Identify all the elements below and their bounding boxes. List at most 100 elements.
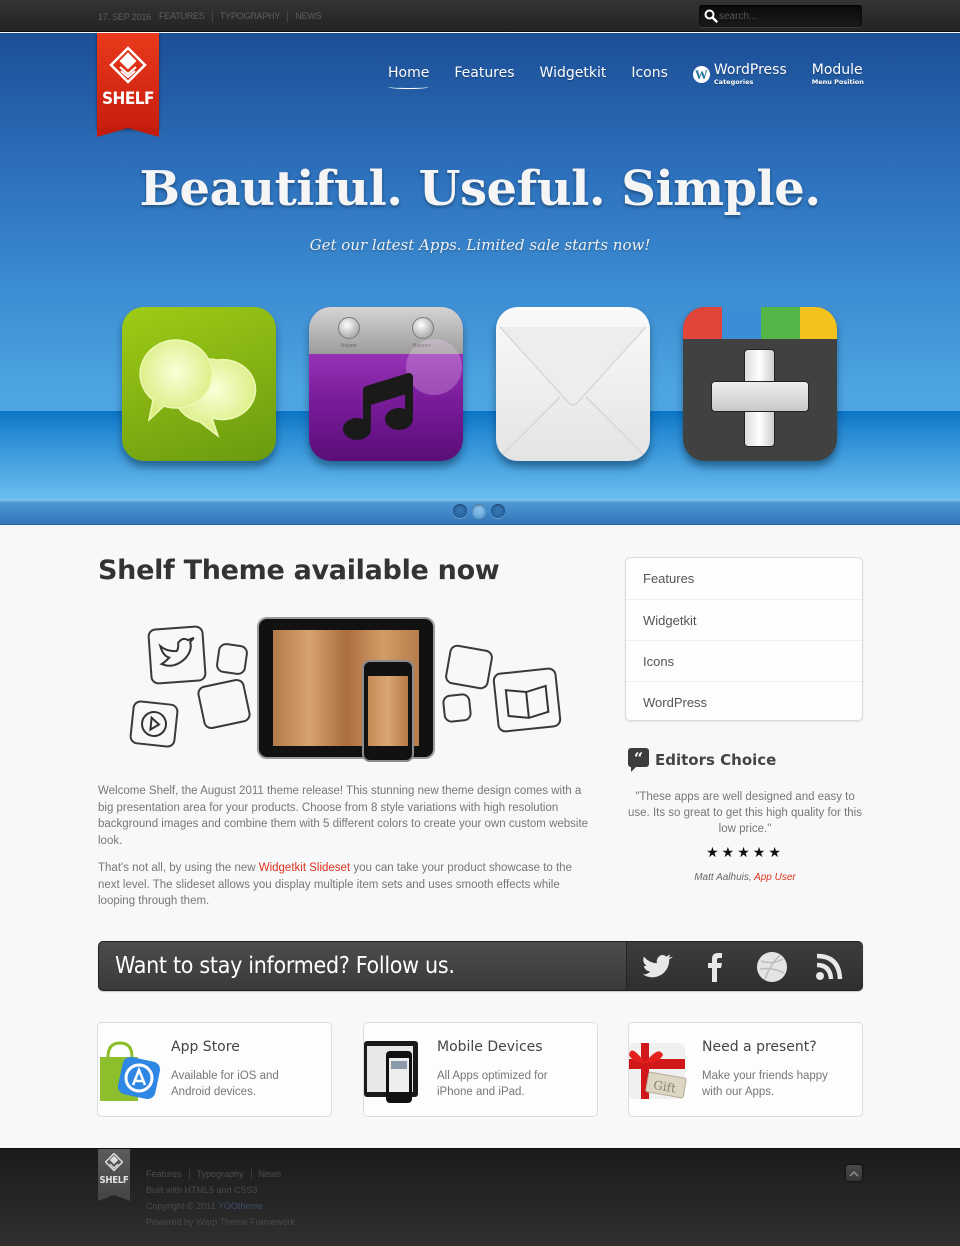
feature-title: Need a present? — [702, 1039, 817, 1055]
speech-bubbles-icon — [139, 339, 257, 439]
slide-dot-3[interactable] — [491, 504, 505, 518]
toolbar-menu: 17. SEP 2016 FEATURES TYPOGRAPHY NEWS — [98, 11, 328, 22]
sidebar-item-icons[interactable]: Icons — [626, 640, 862, 681]
footer-powered-by: Powered by Warp Theme Framework — [146, 1217, 296, 1227]
app-music[interactable]: Volume Balance — [309, 307, 463, 461]
nav-item-wordpress-label: WordPress — [713, 62, 787, 78]
slideshow-dots — [453, 504, 510, 518]
article-paragraph-1: Welcome Shelf, the August 2011 theme rel… — [98, 785, 589, 847]
feature-title: Mobile Devices — [437, 1039, 543, 1055]
dribbble-icon[interactable] — [756, 951, 788, 983]
author-name: Matt Aalhuis, — [694, 872, 752, 883]
footer: SHELF Features Typography News Built wit… — [0, 1148, 960, 1246]
search-input[interactable] — [719, 8, 854, 24]
play-sketch-icon — [128, 699, 180, 749]
feature-box-present[interactable]: Gift Need a present? Make your friends h… — [628, 1022, 863, 1117]
footer-menu: Features Typography News — [146, 1169, 288, 1179]
logo-text: SHELF — [102, 89, 154, 109]
gift-icon: Gift — [629, 1043, 687, 1099]
toolbar-link-features[interactable]: FEATURES — [159, 11, 212, 22]
quote-icon: “ — [628, 748, 649, 772]
twitter-sketch-icon — [147, 625, 207, 685]
feature-description: Available for iOS and Android devices. — [171, 1070, 279, 1098]
footer-link-typography[interactable]: Typography — [188, 1169, 251, 1179]
chat-sketch-icon — [215, 642, 249, 676]
social-links — [626, 942, 863, 990]
facebook-icon[interactable] — [699, 951, 731, 983]
sidebar-item-widgetkit[interactable]: Widgetkit — [626, 599, 862, 640]
gplus-bar-green — [761, 307, 800, 339]
twitter-icon[interactable] — [641, 951, 673, 983]
feature-description: Make your friends happy with our Apps. — [702, 1070, 828, 1098]
gplus-bar-red — [683, 307, 722, 339]
nav-item-wordpress-sub: Categories — [713, 78, 754, 86]
site-logo[interactable]: SHELF — [97, 33, 159, 137]
gplus-bar-yellow — [800, 307, 837, 339]
follow-us-text: Want to stay informed? Follow us. — [115, 953, 455, 979]
book-sketch-icon — [492, 666, 562, 734]
feature-box-mobile-devices[interactable]: Mobile Devices All Apps optimized for iP… — [363, 1022, 598, 1117]
star-rating: ★★★★★ — [706, 844, 784, 860]
feature-title: App Store — [171, 1039, 240, 1055]
paragraph-2-text-start: That's not all, by using the new — [98, 862, 259, 874]
toolbar-link-typography[interactable]: TYPOGRAPHY — [211, 11, 288, 22]
slide-dot-1[interactable] — [453, 504, 467, 518]
plus-icon-horizontal — [711, 381, 809, 412]
weather-sketch-icon — [443, 643, 495, 691]
sidebar-item-wordpress[interactable]: WordPress — [626, 681, 862, 722]
devices-illustration — [125, 612, 565, 772]
gplus-bar-blue — [722, 307, 761, 339]
main-nav: Home Features Widgetkit Icons W WordPres… — [388, 62, 864, 89]
app-google-plus[interactable] — [683, 307, 837, 461]
nav-item-widgetkit[interactable]: Widgetkit — [540, 63, 607, 83]
wordpress-icon: W — [692, 66, 710, 83]
hero-subline: Get our latest Apps. Limited sale starts… — [309, 236, 651, 254]
envelope-icon — [499, 326, 647, 458]
shelf-logo-icon — [109, 46, 147, 84]
hero-section: SHELF Home Features Widgetkit Icons W Wo… — [0, 33, 960, 525]
nav-item-home[interactable]: Home — [388, 63, 430, 89]
toolbar-link-news[interactable]: NEWS — [287, 11, 328, 22]
nav-item-icons[interactable]: Icons — [631, 63, 668, 83]
editors-choice-quote: "These apps are well designed and easy t… — [628, 791, 862, 835]
yootheme-link[interactable]: YOOtheme — [218, 1201, 263, 1211]
app-messages[interactable] — [122, 307, 276, 461]
svg-text:“: “ — [634, 749, 643, 768]
search-box — [699, 5, 862, 27]
nav-item-module-label: Module — [811, 62, 863, 78]
article-title: Shelf Theme available now — [98, 555, 500, 586]
nav-item-module[interactable]: Module Menu Position — [811, 62, 864, 87]
slide-dot-2[interactable] — [472, 504, 486, 518]
nav-item-wordpress[interactable]: W WordPress Categories — [692, 62, 787, 86]
feature-box-app-store[interactable]: App Store Available for iOS and Android … — [97, 1022, 332, 1117]
footer-logo[interactable]: SHELF — [98, 1149, 130, 1201]
editors-choice-title: Editors Choice — [655, 751, 777, 769]
quote-author: Matt Aalhuis, App User — [625, 872, 865, 883]
widgetkit-slideset-link[interactable]: Widgetkit Slideset — [259, 862, 350, 874]
article-paragraph-2: That's not all, by using the new Widgetk… — [98, 860, 593, 910]
mobile-devices-icon — [364, 1041, 418, 1103]
nav-item-features[interactable]: Features — [454, 63, 514, 83]
follow-us-bar: Want to stay informed? Follow us. — [98, 941, 863, 991]
calendar-sketch-icon — [195, 677, 253, 731]
toolbar-date: 17. SEP 2016 — [98, 11, 151, 22]
music-note-icon — [343, 339, 462, 440]
back-to-top-button[interactable] — [846, 1165, 862, 1181]
shelf-logo-icon — [105, 1153, 123, 1172]
chevron-up-icon — [849, 1170, 859, 1177]
app-mail[interactable] — [496, 307, 650, 461]
copyright-text: Copyright © 2011 — [146, 1201, 218, 1211]
clock-sketch-icon — [441, 692, 473, 724]
footer-built-with: Built with HTML5 and CSS3 — [146, 1185, 258, 1195]
iphone-image — [362, 660, 414, 762]
author-role-link[interactable]: App User — [754, 872, 796, 883]
nav-item-module-sub: Menu Position — [811, 78, 864, 86]
search-icon — [704, 9, 718, 23]
rss-icon[interactable] — [813, 951, 845, 983]
sidebar-item-features[interactable]: Features — [626, 558, 862, 599]
app-store-icon — [100, 1041, 161, 1101]
sidebar-menu: Features Widgetkit Icons WordPress — [625, 557, 863, 721]
footer-link-news[interactable]: News — [250, 1169, 289, 1179]
footer-link-features[interactable]: Features — [146, 1169, 189, 1179]
footer-logo-text: SHELF — [99, 1175, 129, 1186]
